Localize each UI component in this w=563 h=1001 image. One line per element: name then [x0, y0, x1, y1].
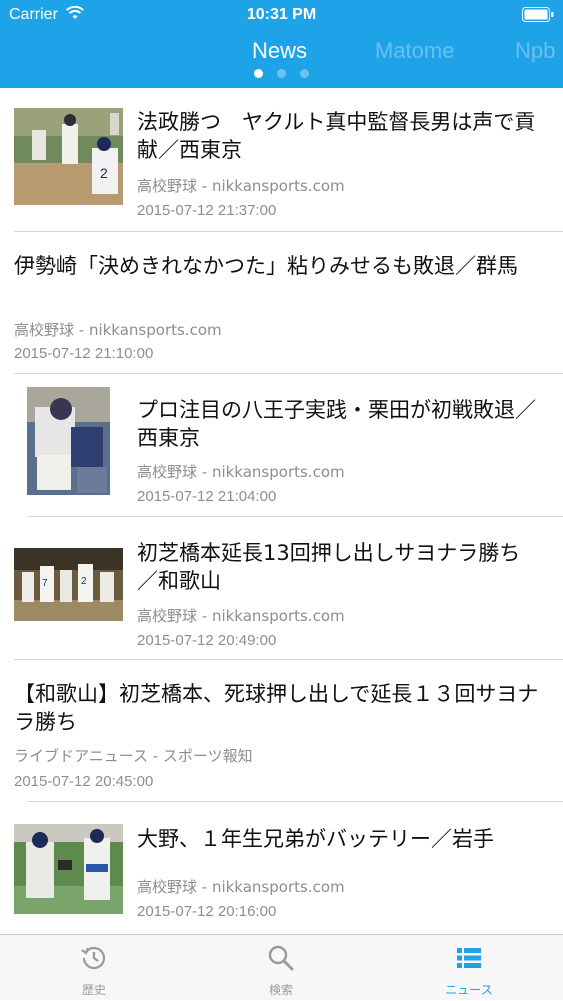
bottom-tab-bar: 歴史 検索 ニュース — [0, 934, 563, 1000]
svg-text:7: 7 — [42, 578, 48, 589]
tab-news[interactable]: News — [252, 38, 307, 64]
article-source: 高校野球 - nikkansports.com — [137, 878, 345, 896]
article-date: 2015-07-12 20:49:00 — [137, 632, 277, 649]
article-title: 法政勝つ ヤクルト真中監督長男は声で貢献／西東京 — [137, 110, 536, 162]
article-thumbnail-image — [27, 387, 110, 495]
tab-news-label: ニュース — [445, 983, 493, 997]
top-tabs: News Matome Npb — [0, 38, 563, 68]
article-thumbnail-image: 7 2 — [14, 548, 123, 621]
article-source: 高校野球 - nikkansports.com — [14, 321, 222, 339]
article-source: 高校野球 - nikkansports.com — [137, 177, 345, 195]
article-date: 2015-07-12 20:45:00 — [14, 773, 154, 790]
article-date: 2015-07-12 21:37:00 — [137, 202, 277, 219]
article-thumbnail-image: 2 — [14, 108, 123, 205]
article-source: 高校野球 - nikkansports.com — [137, 607, 345, 625]
news-item[interactable]: 【和歌山】初芝橋本、死球押し出しで延長１３回サヨナラ勝ち ライブドアニュース -… — [0, 660, 563, 802]
article-thumbnail-image — [14, 824, 123, 914]
page-dot-2 — [277, 69, 286, 78]
tab-matome[interactable]: Matome — [375, 38, 454, 64]
search-icon — [268, 945, 294, 971]
history-icon — [81, 946, 106, 970]
news-list: 2 法政勝つ ヤクルト真中監督長男は声で貢献／西東京 高校野球 - nikkan… — [0, 88, 563, 934]
article-source: ライブドアニュース - スポーツ報知 — [14, 747, 253, 765]
news-item[interactable]: 7 2 初芝橋本延長13回押し出しサヨナラ勝ち／和歌山 高校野球 - nikka… — [0, 517, 563, 660]
news-item[interactable]: プロ注目の八王子実践・栗田が初戦敗退／西東京 高校野球 - nikkanspor… — [0, 374, 563, 517]
tab-search-label: 検索 — [268, 983, 293, 997]
svg-text:2: 2 — [81, 576, 87, 587]
list-icon — [457, 948, 481, 968]
status-time: 10:31 PM — [246, 6, 317, 23]
tab-history-label: 歴史 — [81, 983, 106, 997]
article-source-text: 高校野球 - nikkansports.com — [137, 463, 345, 481]
nav-header: Carrier 10:31 PM News Matome Npb — [0, 0, 563, 88]
battery-icon — [522, 7, 554, 22]
news-item[interactable]: 大野、１年生兄弟がバッテリー／岩手 高校野球 - nikkansports.co… — [0, 802, 563, 934]
article-title: 【和歌山】初芝橋本、死球押し出しで延長１３回サヨナラ勝ち — [14, 682, 539, 734]
tab-news-bottom[interactable]: ニュース — [409, 935, 529, 1001]
article-date: 2015-07-12 20:16:00 — [137, 903, 277, 920]
article-title: 大野、１年生兄弟がバッテリー／岩手 — [137, 827, 494, 851]
article-title: 伊勢崎「決めきれなかつた」粘りみせるも敗退／群馬 — [14, 254, 518, 278]
article-title: 初芝橋本延長13回押し出しサヨナラ勝ち／和歌山 — [137, 541, 521, 593]
page-dot-1 — [254, 69, 263, 78]
svg-text:2: 2 — [100, 165, 108, 181]
article-date: 2015-07-12 21:04:00 — [137, 488, 277, 505]
tab-history[interactable]: 歴史 — [34, 935, 154, 1001]
page-dot-3 — [300, 69, 309, 78]
news-item[interactable]: 2 法政勝つ ヤクルト真中監督長男は声で貢献／西東京 高校野球 - nikkan… — [0, 88, 563, 232]
article-title: プロ注目の八王子実践・栗田が初戦敗退／西東京 — [137, 398, 536, 450]
status-bar: Carrier 10:31 PM — [0, 0, 563, 30]
article-date: 2015-07-12 21:10:00 — [14, 345, 154, 362]
news-item[interactable]: 伊勢崎「決めきれなかつた」粘りみせるも敗退／群馬 高校野球 - nikkansp… — [0, 232, 563, 374]
tab-search[interactable]: 検索 — [221, 935, 341, 1001]
tab-npb[interactable]: Npb — [515, 38, 555, 64]
